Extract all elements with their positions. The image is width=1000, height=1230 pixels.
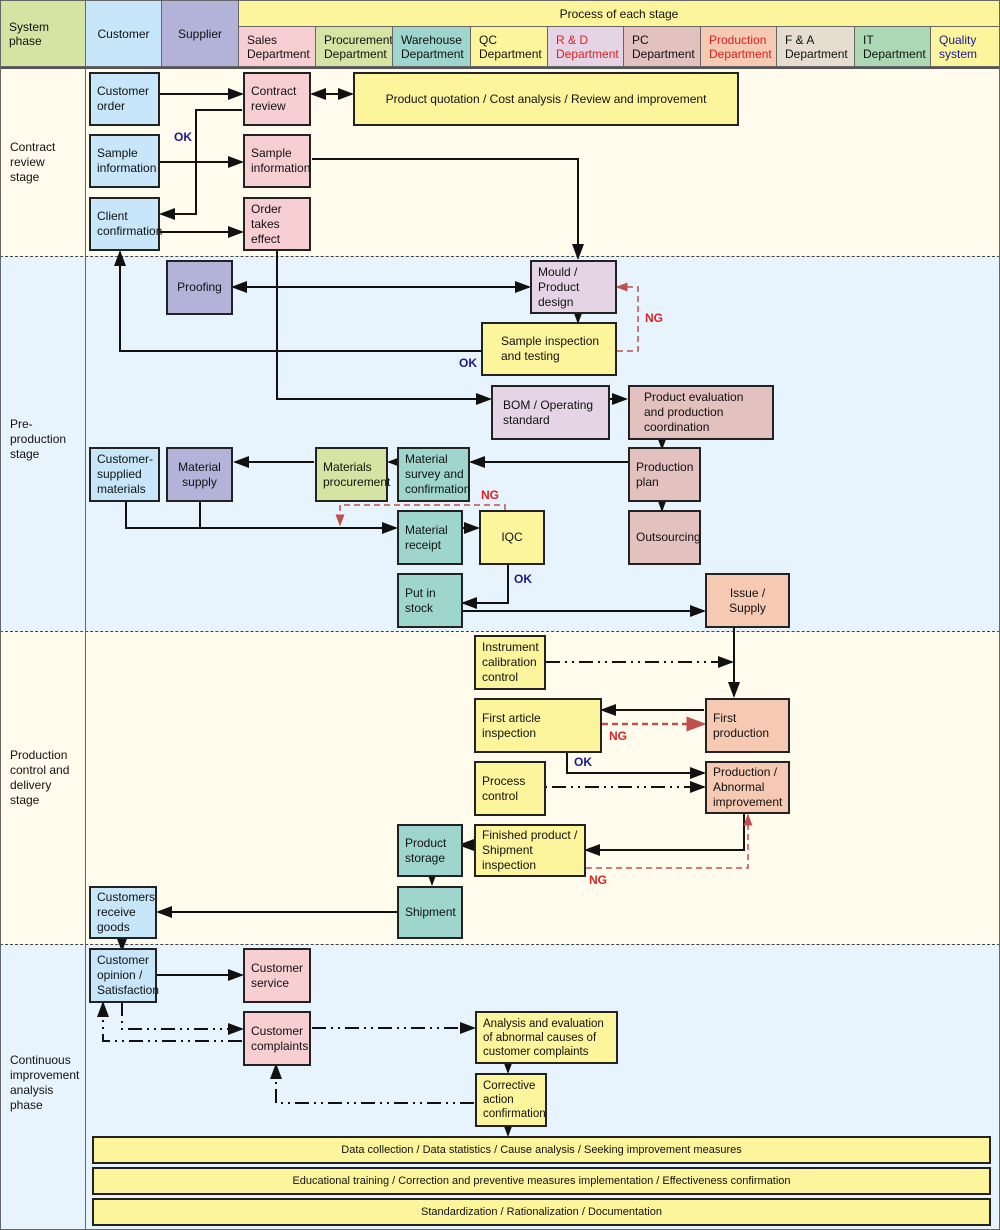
node-customer-complaints[interactable]: Customer complaints xyxy=(243,1011,311,1066)
node-production-abnormal-improvement[interactable]: Production / Abnormal improvement xyxy=(705,761,790,814)
node-mould-product-design[interactable]: Mould / Product design xyxy=(530,260,617,314)
system-phase-label: System phase xyxy=(9,19,50,48)
department-header-5: PC Department xyxy=(623,26,701,67)
department-header-6: Production Department xyxy=(700,26,777,67)
node-corrective-action[interactable]: Corrective action confirmation xyxy=(475,1073,547,1127)
node-sample-information-customer[interactable]: Sample information xyxy=(89,134,160,188)
department-header-8: IT Department xyxy=(854,26,931,67)
ng-label: NG xyxy=(589,873,607,887)
node-sample-inspection[interactable]: Sample inspection and testing xyxy=(481,322,617,376)
department-label: R & D Department xyxy=(556,32,619,61)
node-sample-information-sales[interactable]: Sample information xyxy=(243,134,311,188)
node-iqc[interactable]: IQC xyxy=(479,510,545,565)
node-client-confirmation[interactable]: Client confirmation xyxy=(89,197,162,251)
department-label: PC Department xyxy=(632,32,695,61)
node-analysis-evaluation[interactable]: Analysis and evaluation of abnormal caus… xyxy=(475,1011,618,1064)
customer-column-label: Customer xyxy=(97,26,150,41)
department-label: QC Department xyxy=(479,32,542,61)
node-customer-opinion[interactable]: Customer opinion / Satisfaction xyxy=(89,948,159,1003)
node-finished-product-inspection[interactable]: Finished product / Shipment inspection xyxy=(474,824,586,877)
phase-label-contract: Contract review stage xyxy=(0,69,86,256)
node-bom-operating-standard[interactable]: BOM / Operating standard xyxy=(491,385,610,440)
node-contract-review[interactable]: Contract review xyxy=(243,72,311,126)
process-title-label: Process of each stage xyxy=(559,6,679,21)
department-header-0: Sales Department xyxy=(238,26,316,67)
department-header-3: QC Department xyxy=(470,26,548,67)
node-process-control[interactable]: Process control xyxy=(474,761,546,816)
ok-label: OK xyxy=(174,130,192,144)
department-header-9: Quality system xyxy=(930,26,1000,67)
node-proofing[interactable]: Proofing xyxy=(166,260,233,315)
header-process-title: Process of each stage xyxy=(238,0,1000,27)
phase-label-continuous: Continuous improvement analysis phase xyxy=(0,945,86,1230)
node-put-in-stock[interactable]: Put in stock xyxy=(397,573,463,628)
node-standardization[interactable]: Standardization / Rationalization / Docu… xyxy=(92,1198,991,1226)
supplier-column-label: Supplier xyxy=(177,26,223,41)
node-order-takes-effect[interactable]: Order takes effect xyxy=(243,197,311,251)
node-outsourcing[interactable]: Outsourcing xyxy=(628,510,701,565)
ng-label: NG xyxy=(645,311,663,325)
left-border xyxy=(0,0,1,1230)
node-instrument-calibration[interactable]: Instrument calibration control xyxy=(474,635,546,690)
node-product-evaluation[interactable]: Product evaluation and production coordi… xyxy=(628,385,774,440)
phase-band-preproduction xyxy=(0,256,1000,631)
department-label: Sales Department xyxy=(247,32,310,61)
node-customer-service[interactable]: Customer service xyxy=(243,948,311,1003)
header-customer: Customer xyxy=(85,0,162,67)
department-header-2: Warehouse Department xyxy=(392,26,471,67)
department-header-7: F & A Department xyxy=(776,26,855,67)
phase-label-production: Production control and delivery stage xyxy=(0,632,86,944)
node-product-storage[interactable]: Product storage xyxy=(397,824,463,877)
department-label: IT Department xyxy=(863,32,926,61)
node-first-article-inspection[interactable]: First article inspection xyxy=(474,698,602,753)
node-data-collection[interactable]: Data collection / Data statistics / Caus… xyxy=(92,1136,991,1164)
node-material-receipt[interactable]: Material receipt xyxy=(397,510,463,565)
header-system-phase: System phase xyxy=(0,0,86,67)
ng-label: NG xyxy=(609,729,627,743)
ok-label: OK xyxy=(574,755,592,769)
department-header-4: R & D Department xyxy=(547,26,624,67)
phase-separator xyxy=(0,256,1000,257)
node-customers-receive-goods[interactable]: Customers receive goods xyxy=(89,886,157,939)
ok-label: OK xyxy=(459,356,477,370)
node-customer-supplied-materials[interactable]: Customer-supplied materials xyxy=(89,447,160,502)
node-shipment[interactable]: Shipment xyxy=(397,886,463,939)
node-production-plan[interactable]: Production plan xyxy=(628,447,701,502)
node-material-supply[interactable]: Material supply xyxy=(166,447,233,502)
department-label: Production Department xyxy=(709,32,772,61)
ng-label: NG xyxy=(481,488,499,502)
phase-separator xyxy=(0,631,1000,632)
department-label: Procurement Department xyxy=(324,32,393,61)
node-issue-supply[interactable]: Issue / Supply xyxy=(705,573,790,628)
node-educational-training[interactable]: Educational training / Correction and pr… xyxy=(92,1167,991,1195)
phase-separator xyxy=(0,944,1000,945)
header-supplier: Supplier xyxy=(161,0,239,67)
node-material-survey[interactable]: Material survey and confirmation xyxy=(397,447,470,502)
phase-label-preproduction: Pre-production stage xyxy=(0,257,86,631)
department-label: Quality system xyxy=(939,32,978,61)
ok-label: OK xyxy=(514,572,532,586)
node-first-production[interactable]: First production xyxy=(705,698,790,753)
node-customer-order[interactable]: Customer order xyxy=(89,72,160,126)
node-materials-procurement[interactable]: Materials procurement xyxy=(315,447,390,502)
node-product-quotation[interactable]: Product quotation / Cost analysis / Revi… xyxy=(353,72,739,126)
department-label: F & A Department xyxy=(785,32,848,61)
department-label: Warehouse Department xyxy=(401,32,464,61)
department-header-1: Procurement Department xyxy=(315,26,393,67)
